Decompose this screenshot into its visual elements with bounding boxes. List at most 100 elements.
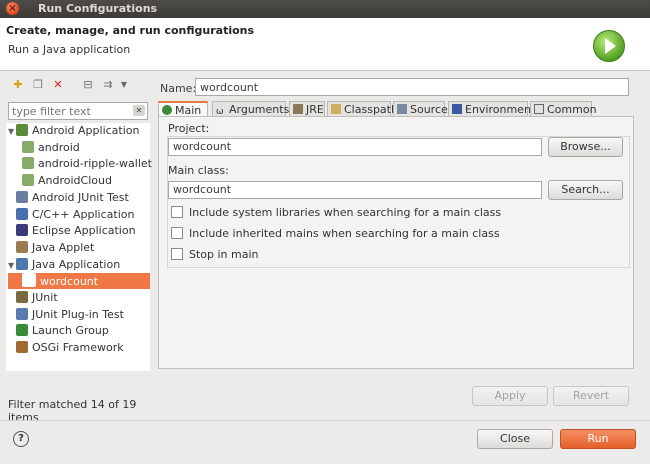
tree-item[interactable]: android-ripple-wallet	[22, 156, 152, 172]
tab-main[interactable]: Main	[158, 101, 208, 117]
expand-triangle-icon[interactable]: ▼	[8, 124, 16, 140]
filter-input[interactable]	[9, 103, 133, 119]
dialog-header: Create, manage, and run configurations R…	[0, 18, 650, 71]
include-system-libraries-checkbox[interactable]: Include system libraries when searching …	[171, 206, 501, 219]
tab-classpath[interactable]: Classpath	[327, 101, 398, 117]
include-system-libraries-label: Include system libraries when searching …	[189, 206, 502, 219]
tree-item-label: wordcount	[40, 275, 99, 289]
tree-item[interactable]: Java Applet	[8, 240, 94, 256]
jre-icon	[293, 104, 303, 114]
tree-item-label: JUnit Plug-in Test	[32, 307, 124, 321]
checkbox-box[interactable]	[171, 248, 183, 260]
junit-icon	[16, 190, 28, 203]
include-inherited-mains-checkbox[interactable]: Include inherited mains when searching f…	[171, 227, 500, 240]
expand-triangle-icon[interactable]: ▼	[8, 258, 16, 274]
tree-item-label: android-ripple-wallet	[38, 157, 152, 171]
android-config-icon	[22, 157, 34, 170]
common-icon	[534, 104, 544, 114]
project-input[interactable]: wordcount	[168, 138, 542, 156]
tree-item-label: OSGi Framework	[32, 341, 124, 355]
junit-plugin-icon	[16, 307, 28, 320]
tree-item[interactable]: JUnit	[8, 290, 58, 306]
apply-button[interactable]: Apply	[472, 386, 548, 406]
window-title: Run Configurations	[38, 2, 158, 15]
tab-classpath-label: Classpath	[344, 103, 398, 116]
run-icon	[593, 30, 625, 62]
main-tab-icon	[162, 105, 172, 115]
classpath-icon	[331, 104, 341, 114]
configuration-tree: ▼ Android Application android android-rippl…	[6, 123, 152, 371]
tree-item-label: Android JUnit Test	[32, 190, 129, 204]
osgi-icon	[16, 341, 28, 354]
junit-icon	[16, 291, 28, 303]
tree-item-label: Java Applet	[32, 240, 95, 254]
tree-item-label: AndroidCloud	[38, 174, 112, 188]
checkbox-box[interactable]	[171, 227, 183, 239]
divider	[0, 420, 650, 421]
tab-arguments[interactable]: ω Arguments	[212, 101, 290, 117]
tree-item[interactable]: android	[22, 140, 80, 156]
collapse-all-icon[interactable]: ⊟	[80, 77, 96, 93]
android-app-icon	[16, 124, 28, 136]
tree-item[interactable]: JUnit Plug-in Test	[8, 307, 124, 323]
tab-common[interactable]: Common	[530, 101, 597, 117]
main-class-input[interactable]: wordcount	[168, 181, 542, 199]
stop-in-main-label: Stop in main	[189, 248, 259, 261]
tab-environment[interactable]: Environment	[448, 101, 535, 117]
tree-item-label: JUnit	[32, 291, 58, 304]
new-config-icon[interactable]: ✚	[10, 77, 26, 93]
name-input[interactable]: wordcount	[195, 78, 629, 96]
tree-item[interactable]: ▼ Java Application	[8, 257, 120, 273]
configuration-list-pane: ✚ ❐ ✕ ⊟ ⇉ ▼ ✕ ▼ Android Application androi…	[4, 73, 152, 424]
tab-jre-label: JRE	[306, 103, 324, 116]
tab-arguments-label: Arguments	[229, 103, 290, 116]
main-class-label: Main class:	[168, 164, 229, 177]
filter-config-icon[interactable]: ⇉	[100, 77, 116, 93]
java-app-icon	[16, 257, 28, 270]
tree-item-label: android	[38, 140, 80, 154]
name-label: Name:	[160, 82, 197, 95]
android-config-icon	[22, 174, 34, 187]
tree-item[interactable]: AndroidCloud	[22, 173, 112, 189]
include-inherited-mains-label: Include inherited mains when searching f…	[189, 227, 500, 240]
tree-item[interactable]: Android JUnit Test	[8, 190, 129, 206]
tab-source-label: Source	[410, 103, 448, 116]
clear-filter-icon[interactable]: ✕	[133, 105, 145, 116]
tree-item-label: Launch Group	[32, 324, 109, 338]
applet-icon	[16, 240, 28, 253]
tree-item[interactable]: ▼ Android Application	[8, 123, 140, 139]
checkbox-box[interactable]	[171, 206, 183, 218]
android-config-icon	[22, 140, 34, 153]
close-button[interactable]: Close	[477, 429, 553, 449]
filter-field[interactable]: ✕	[8, 102, 148, 120]
tree-item[interactable]: wordcount	[8, 273, 150, 290]
tab-source[interactable]: Source	[393, 101, 448, 117]
view-menu-chevron-down-icon[interactable]: ▼	[116, 77, 132, 93]
cpp-icon	[16, 207, 28, 220]
tree-item-label: Eclipse Application	[32, 224, 136, 238]
java-config-icon	[22, 273, 36, 288]
delete-config-icon[interactable]: ✕	[50, 77, 66, 93]
tab-common-label: Common	[547, 103, 597, 116]
project-label: Project:	[168, 122, 210, 135]
search-button[interactable]: Search...	[548, 180, 623, 200]
tree-item[interactable]: Eclipse Application	[8, 223, 136, 239]
tab-environment-label: Environment	[465, 103, 536, 116]
run-button[interactable]: Run	[560, 429, 636, 449]
eclipse-icon	[16, 224, 28, 237]
close-window-button[interactable]: ×	[6, 2, 19, 15]
stop-in-main-checkbox[interactable]: Stop in main	[171, 248, 259, 261]
tree-item[interactable]: C/C++ Application	[8, 207, 134, 223]
header-subtitle: Run a Java application	[8, 43, 131, 56]
revert-button[interactable]: Revert	[553, 386, 629, 406]
browse-button[interactable]: Browse...	[548, 137, 623, 157]
title-bar: × Run Configurations	[0, 0, 650, 18]
help-icon[interactable]: ?	[13, 431, 29, 447]
tab-jre[interactable]: JRE	[289, 101, 325, 117]
tree-item-label: Java Application	[32, 257, 121, 271]
tree-item[interactable]: OSGi Framework	[8, 340, 124, 356]
header-title: Create, manage, and run configurations	[6, 24, 255, 37]
tree-item[interactable]: Launch Group	[8, 323, 109, 339]
tree-item-label: C/C++ Application	[32, 207, 135, 221]
duplicate-config-icon[interactable]: ❐	[30, 77, 46, 93]
